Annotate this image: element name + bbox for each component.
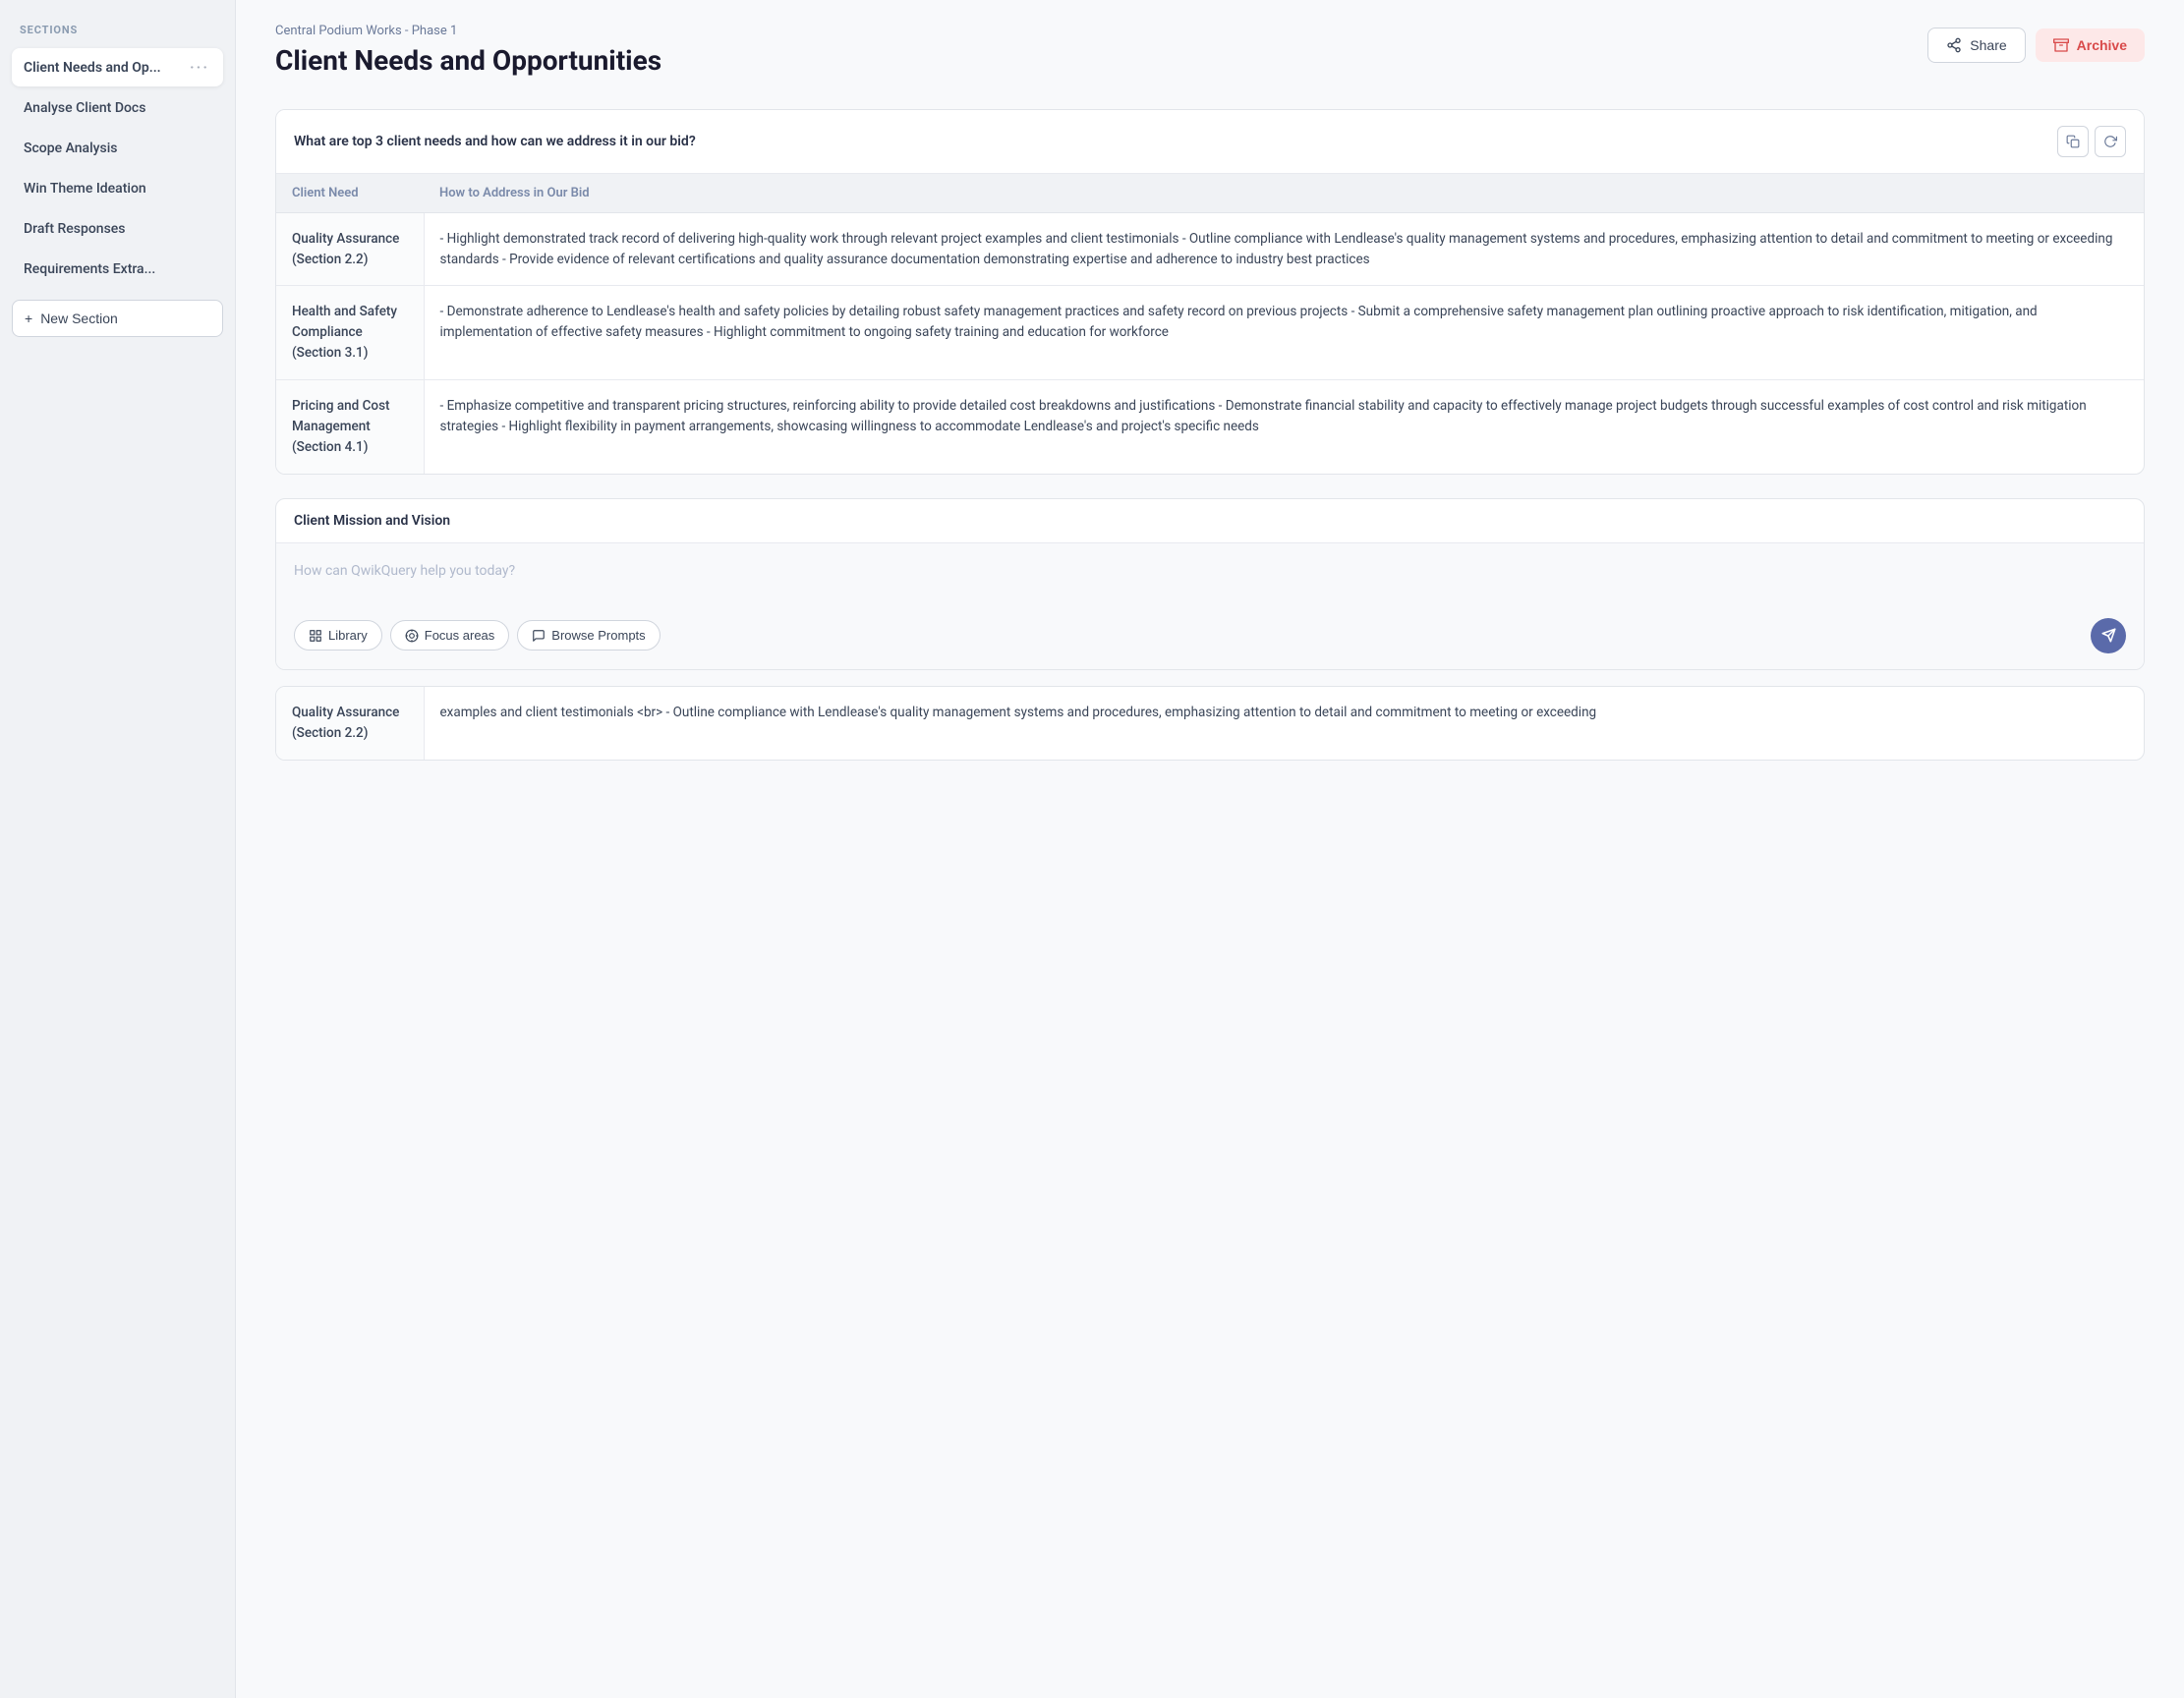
- needs-table: Client Need How to Address in Our Bid Qu…: [276, 174, 2144, 474]
- sidebar-item-menu[interactable]: ···: [188, 58, 211, 77]
- sidebar: SECTIONS Client Needs and Op... ··· Anal…: [0, 0, 236, 1698]
- chat-placeholder: How can QwikQuery help you today?: [294, 563, 2126, 579]
- sidebar-item-draft-responses[interactable]: Draft Responses ···: [12, 209, 223, 248]
- sidebar-item-label: Client Needs and Op...: [24, 60, 188, 76]
- col2-header: How to Address in Our Bid: [424, 174, 2144, 213]
- need-cell: Health and Safety Compliance (Section 3.…: [276, 286, 424, 380]
- chat-toolbar: Library Focus areas Browse Prompts: [294, 618, 2126, 653]
- sidebar-item-label: Draft Responses: [24, 221, 188, 237]
- archive-label: Archive: [2077, 37, 2127, 53]
- need-cell: Pricing and Cost Management (Section 4.1…: [276, 380, 424, 474]
- address-cell: - Highlight demonstrated track record of…: [424, 212, 2144, 286]
- send-icon: [2101, 628, 2116, 643]
- sections-label: SECTIONS: [12, 24, 223, 36]
- copy-icon: [2066, 135, 2080, 148]
- header: Central Podium Works - Phase 1 Client Ne…: [236, 0, 2184, 101]
- sidebar-item-win-theme[interactable]: Win Theme Ideation ···: [12, 169, 223, 207]
- mission-block: Client Mission and Vision How can QwikQu…: [275, 498, 2145, 670]
- bottom-partial-block: Quality Assurance(Section 2.2) examples …: [275, 686, 2145, 761]
- share-button[interactable]: Share: [1927, 28, 2025, 63]
- new-section-label: New Section: [40, 311, 118, 326]
- sidebar-item-scope-analysis[interactable]: Scope Analysis ···: [12, 129, 223, 167]
- sidebar-item-analyse-client[interactable]: Analyse Client Docs ···: [12, 88, 223, 127]
- library-button[interactable]: Library: [294, 620, 382, 651]
- share-icon: [1946, 37, 1962, 53]
- sidebar-item-requirements[interactable]: Requirements Extra... ···: [12, 250, 223, 288]
- archive-icon: [2053, 37, 2069, 53]
- sidebar-item-label: Scope Analysis: [24, 141, 188, 156]
- sidebar-item-label: Analyse Client Docs: [24, 100, 188, 116]
- header-top: Central Podium Works - Phase 1 Client Ne…: [275, 24, 2145, 78]
- question-text: What are top 3 client needs and how can …: [294, 134, 696, 149]
- page-title: Client Needs and Opportunities: [275, 44, 661, 78]
- question-actions: [2057, 126, 2126, 157]
- library-icon: [309, 629, 322, 643]
- address-cell: examples and client testimonials <br> - …: [424, 687, 2144, 760]
- focus-areas-icon: [405, 629, 419, 643]
- mission-header: Client Mission and Vision: [276, 499, 2144, 543]
- header-left: Central Podium Works - Phase 1 Client Ne…: [275, 24, 661, 78]
- focus-areas-label: Focus areas: [425, 628, 495, 643]
- question-header: What are top 3 client needs and how can …: [276, 110, 2144, 174]
- browse-prompts-label: Browse Prompts: [551, 628, 645, 643]
- sidebar-item-client-needs[interactable]: Client Needs and Op... ···: [12, 48, 223, 86]
- new-section-button[interactable]: + New Section: [12, 300, 223, 337]
- need-cell: Quality Assurance(Section 2.2): [276, 687, 424, 760]
- refresh-button[interactable]: [2095, 126, 2126, 157]
- address-cell: - Demonstrate adherence to Lendlease's h…: [424, 286, 2144, 380]
- library-label: Library: [328, 628, 368, 643]
- plus-icon: +: [25, 311, 32, 326]
- bottom-partial-table: Quality Assurance(Section 2.2) examples …: [276, 687, 2144, 760]
- table-row: Pricing and Cost Management (Section 4.1…: [276, 380, 2144, 474]
- table-row: Quality Assurance (Section 2.2)- Highlig…: [276, 212, 2144, 286]
- sidebar-item-label: Win Theme Ideation: [24, 181, 188, 197]
- col1-header: Client Need: [276, 174, 424, 213]
- sidebar-item-label: Requirements Extra...: [24, 261, 188, 277]
- browse-prompts-icon: [532, 629, 546, 643]
- focus-areas-button[interactable]: Focus areas: [390, 620, 510, 651]
- browse-prompts-button[interactable]: Browse Prompts: [517, 620, 660, 651]
- address-cell: - Emphasize competitive and transparent …: [424, 380, 2144, 474]
- archive-button[interactable]: Archive: [2036, 28, 2145, 62]
- chat-area: How can QwikQuery help you today? Librar…: [276, 543, 2144, 669]
- send-button[interactable]: [2091, 618, 2126, 653]
- need-cell: Quality Assurance (Section 2.2): [276, 212, 424, 286]
- copy-button[interactable]: [2057, 126, 2089, 157]
- table-row: Health and Safety Compliance (Section 3.…: [276, 286, 2144, 380]
- main-content: Central Podium Works - Phase 1 Client Ne…: [236, 0, 2184, 1698]
- header-actions: Share Archive: [1927, 28, 2145, 63]
- content-area: What are top 3 client needs and how can …: [236, 101, 2184, 1698]
- refresh-icon: [2103, 135, 2117, 148]
- table-row: Quality Assurance(Section 2.2) examples …: [276, 687, 2144, 760]
- breadcrumb: Central Podium Works - Phase 1: [275, 24, 661, 38]
- share-label: Share: [1970, 37, 2006, 53]
- question-block: What are top 3 client needs and how can …: [275, 109, 2145, 475]
